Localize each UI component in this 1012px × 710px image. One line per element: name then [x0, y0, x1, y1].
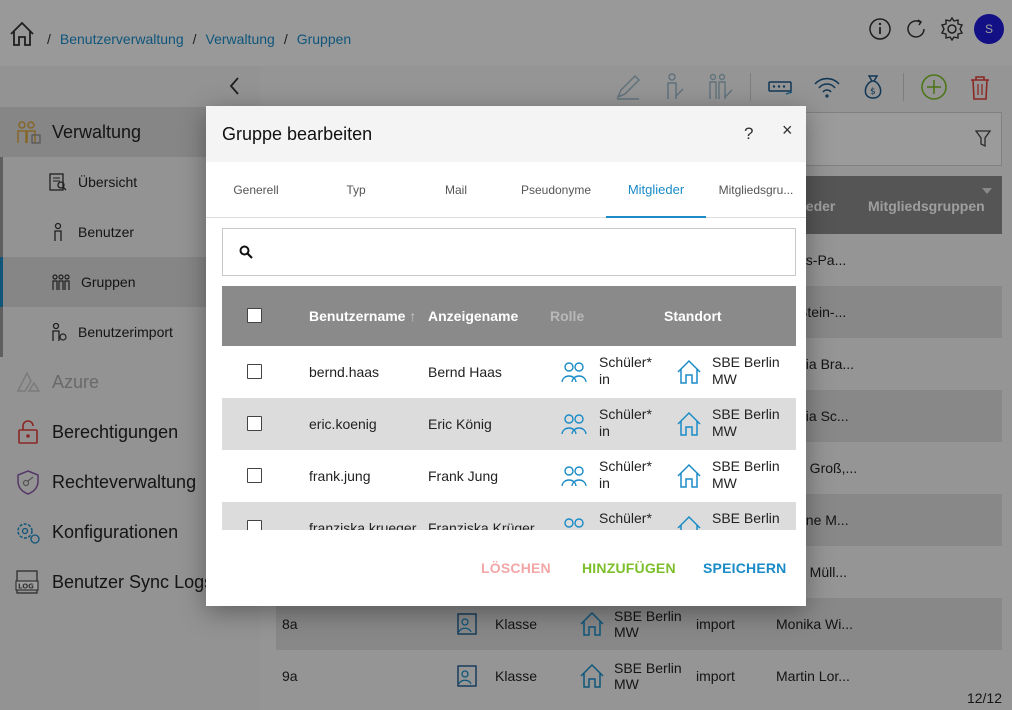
tab-mitgliedsgruppen[interactable]: Mitgliedsgru... [706, 162, 806, 218]
member-search[interactable] [222, 228, 796, 276]
row-checkbox[interactable] [247, 364, 262, 379]
members-table-header: Benutzername ↑ Anzeigename Rolle Standor… [222, 286, 796, 346]
dialog-actions: LÖSCHEN HINZUFÜGEN SPEICHERN [206, 556, 806, 580]
home-site-icon [677, 515, 701, 530]
sort-ascending-icon: ↑ [409, 308, 417, 324]
tab-generell[interactable]: Generell [206, 162, 306, 218]
students-icon [561, 466, 587, 487]
dialog-title: Gruppe bearbeiten [222, 124, 373, 144]
header-standort[interactable]: Standort [664, 308, 722, 324]
delete-button[interactable]: LÖSCHEN [481, 560, 551, 576]
students-icon [564, 518, 584, 528]
header-benutzername[interactable]: Benutzername ↑ [309, 308, 416, 324]
table-row[interactable]: frank.jung Frank Jung Schüler* in SBE Ber… [222, 450, 796, 502]
help-button[interactable]: ? [744, 124, 753, 144]
add-button[interactable]: HINZUFÜGEN [582, 560, 676, 576]
tab-typ[interactable]: Typ [306, 162, 406, 218]
members-table-body[interactable]: bernd.haas Bernd Haas Schüler* in SBE Ber… [222, 346, 796, 530]
row-checkbox[interactable] [247, 416, 262, 431]
header-anzeigename[interactable]: Anzeigename [428, 308, 518, 324]
table-row[interactable]: bernd.haas Bernd Haas Schüler* in SBE Ber… [222, 346, 796, 398]
header-rolle[interactable]: Rolle [550, 308, 584, 324]
save-button[interactable]: SPEICHERN [703, 560, 786, 576]
tab-mitglieder[interactable]: Mitglieder [606, 162, 706, 218]
close-icon[interactable]: × [782, 120, 798, 140]
tab-mail[interactable]: Mail [406, 162, 506, 218]
home-site-icon [677, 463, 701, 488]
students-icon [561, 362, 587, 383]
search-input[interactable] [263, 239, 783, 265]
edit-group-dialog: Gruppe bearbeiten ? × Generell Typ Mail … [206, 106, 806, 606]
tab-pseudonyme[interactable]: Pseudonyme [506, 162, 606, 218]
home-site-icon [677, 411, 701, 436]
students-icon [561, 414, 587, 435]
table-row[interactable]: franziska.krueger Franziska Krüger Schül… [222, 502, 796, 530]
row-checkbox[interactable] [247, 468, 262, 483]
table-row[interactable]: eric.koenig Eric König Schüler* in SBE Be… [222, 398, 796, 450]
row-checkbox[interactable] [247, 520, 262, 530]
home-site-icon [677, 359, 701, 384]
dialog-tabs: Generell Typ Mail Pseudonyme Mitglieder … [206, 162, 806, 218]
select-all-checkbox[interactable] [247, 308, 262, 323]
search-icon [239, 245, 253, 259]
dialog-header: Gruppe bearbeiten ? × [206, 106, 806, 162]
